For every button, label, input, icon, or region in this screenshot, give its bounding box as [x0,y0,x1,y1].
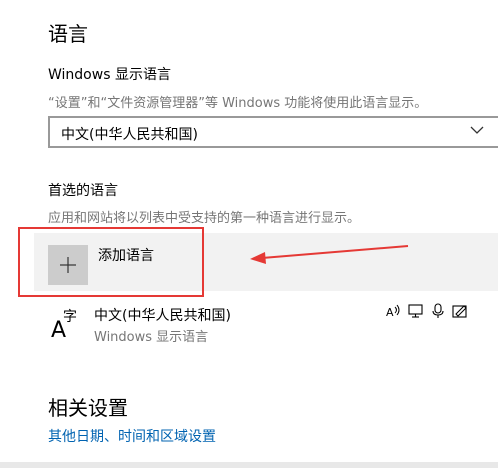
bottom-edge [0,462,498,468]
language-name: 中文(中华人民共和国) [94,308,231,324]
language-glyph-icon: A 字 [51,309,77,342]
svg-text:字: 字 [63,309,77,325]
annotation-arrow-icon [250,245,409,264]
language-section-title: 语言 [48,22,88,46]
display-language-label: Windows 显示语言 [48,67,171,83]
display-language-dropdown[interactable]: 中文(中华人民共和国) [48,116,498,148]
annotation-highlight-box [18,227,204,297]
display-language-description: “设置”和“文件资源管理器”等 Windows 功能将使用此语言显示。 [48,96,428,111]
language-feature-icons: A [386,303,468,321]
text-to-speech-icon: A [386,303,402,319]
preferred-languages-description: 应用和网站将以列表中受支持的第一种语言进行显示。 [48,211,361,226]
handwriting-icon [452,303,468,319]
additional-date-time-region-link[interactable]: 其他日期、时间和区域设置 [48,426,216,446]
svg-text:A: A [386,306,394,319]
related-settings-title: 相关设置 [48,396,128,420]
preferred-languages-label: 首选的语言 [48,183,118,199]
language-subtitle: Windows 显示语言 [94,330,209,345]
display-language-selected-value: 中文(中华人民共和国) [61,127,198,143]
chevron-down-icon [470,126,484,134]
speech-recognition-icon [430,303,446,319]
display-language-icon [408,303,424,319]
